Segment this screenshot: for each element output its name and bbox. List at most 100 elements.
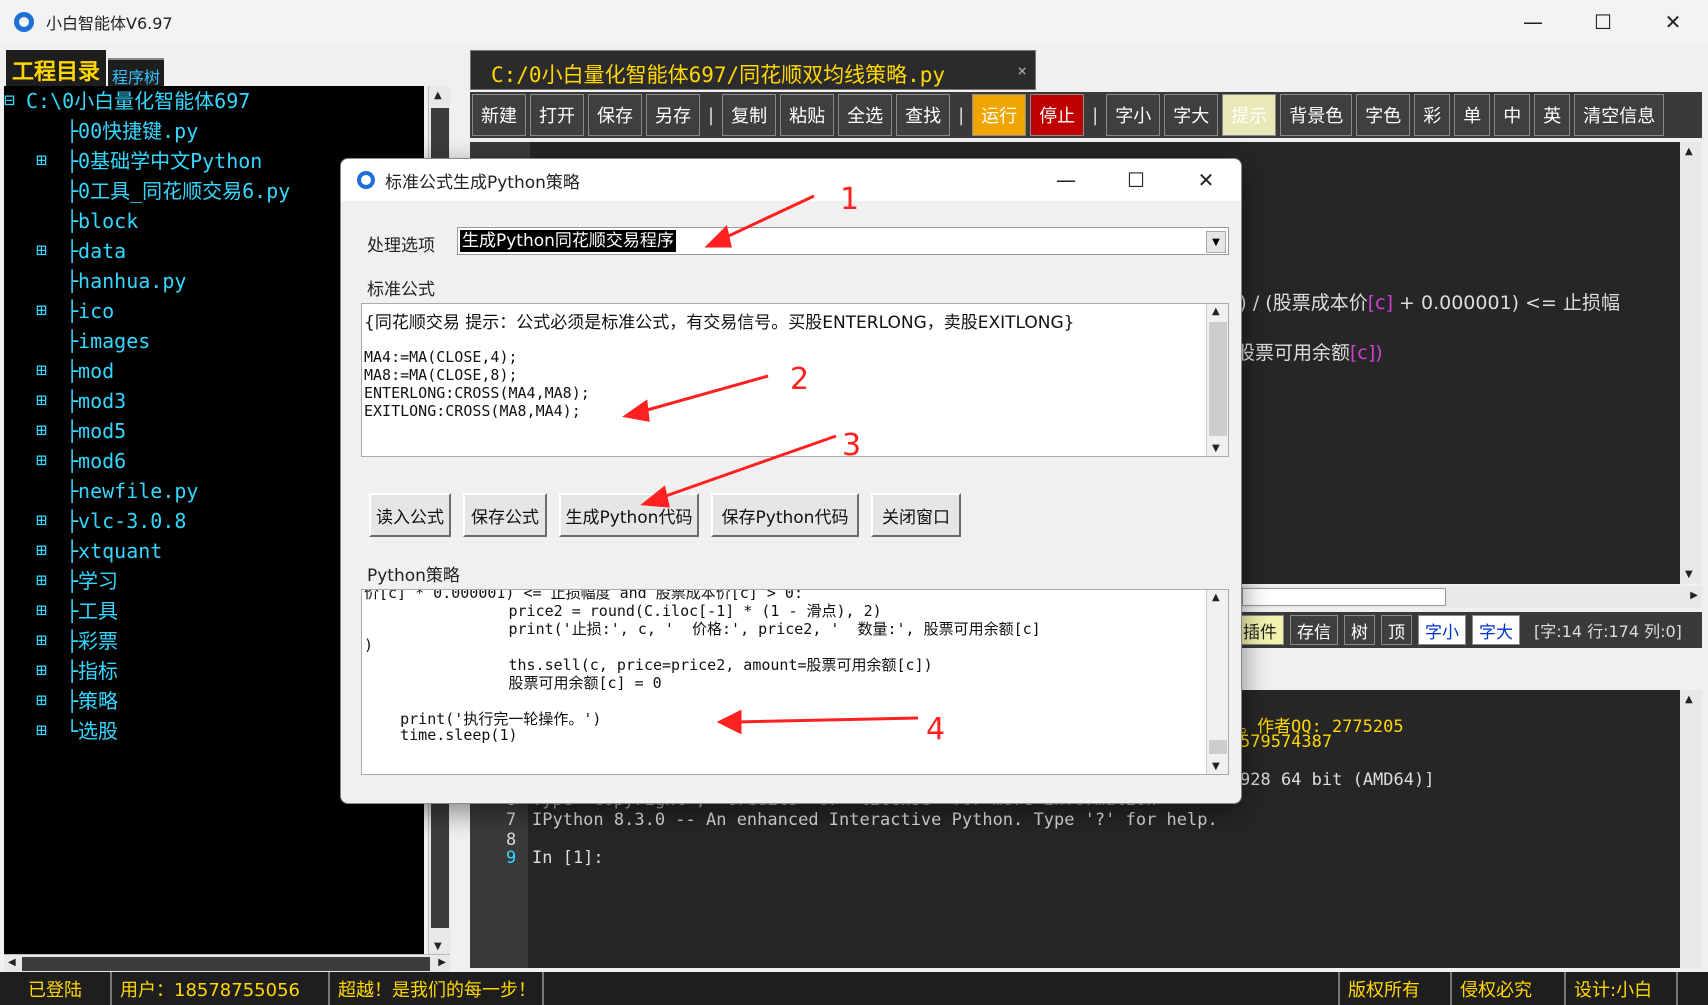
- tree-root-item[interactable]: ⊟ C:\0小白量化智能体697: [4, 86, 424, 116]
- formula-line: {同花顺交易 提示：公式必须是标准公式，有交易信号。买股ENTERLONG，卖股…: [364, 313, 1075, 333]
- load-formula-button[interactable]: 读入公式: [369, 493, 451, 537]
- option-select[interactable]: 生成Python同花顺交易程序 ▼: [457, 227, 1229, 255]
- color-button[interactable]: 彩: [1414, 94, 1451, 136]
- console-line: IPython 8.3.0 -- An enhanced Interactive…: [532, 810, 1218, 830]
- copy-button[interactable]: 复制: [722, 94, 777, 136]
- font-color-button[interactable]: 字色: [1356, 94, 1411, 136]
- console-line: 579574387: [1240, 732, 1333, 752]
- chinese-button[interactable]: 中: [1494, 94, 1531, 136]
- toolbar-separator: |: [1092, 104, 1099, 126]
- save-formula-button[interactable]: 保存公式: [463, 493, 547, 537]
- close-window-button[interactable]: 关闭窗口: [871, 493, 961, 537]
- hint-button[interactable]: 提示: [1222, 94, 1277, 136]
- paste-button[interactable]: 粘贴: [780, 94, 835, 136]
- toolbar-separator: |: [958, 104, 965, 126]
- dropdown-arrow-icon[interactable]: ▼: [1206, 231, 1226, 253]
- save-python-button[interactable]: 保存Python代码: [711, 493, 859, 537]
- tree-expand-icon[interactable]: ⊞: [36, 296, 47, 326]
- scroll-up-icon[interactable]: ▲: [434, 90, 442, 101]
- save-button[interactable]: 保存: [588, 94, 642, 136]
- tree-expand-icon[interactable]: ⊞: [36, 536, 47, 566]
- select-all-button[interactable]: 全选: [838, 94, 893, 136]
- run-button[interactable]: 运行: [972, 94, 1027, 136]
- code-horizontal-scrollbar[interactable]: ▶: [1240, 586, 1702, 608]
- app-logo-icon: [357, 171, 375, 189]
- code-vertical-scrollbar[interactable]: ▲ ▼: [1680, 142, 1702, 584]
- open-button[interactable]: 打开: [530, 94, 584, 136]
- font-small-button[interactable]: 字小: [1418, 615, 1466, 645]
- scroll-down-icon[interactable]: ▼: [434, 941, 442, 952]
- scroll-down-icon[interactable]: ▼: [1212, 443, 1220, 454]
- dialog-maximize-button[interactable]: ☐: [1101, 159, 1171, 201]
- tree-expand-icon[interactable]: ⊞: [36, 506, 47, 536]
- minimize-button[interactable]: —: [1498, 0, 1568, 44]
- generate-python-button[interactable]: 生成Python代码: [559, 493, 699, 537]
- save-as-button[interactable]: 另存: [646, 94, 700, 136]
- scroll-up-icon[interactable]: ▲: [1685, 146, 1693, 157]
- tree-expand-icon[interactable]: ⊞: [36, 596, 47, 626]
- tree-expand-icon[interactable]: ⊞: [36, 146, 47, 176]
- clear-info-button[interactable]: 清空信息: [1574, 94, 1665, 136]
- tree-expand-icon[interactable]: ⊞: [36, 416, 47, 446]
- editor-file-tab[interactable]: C:/0小白量化智能体697/同花顺双均线策略.py ×: [470, 50, 1036, 90]
- scroll-thumb[interactable]: [1242, 588, 1446, 606]
- maximize-button[interactable]: ☐: [1568, 0, 1638, 44]
- font-large-button[interactable]: 字大: [1472, 615, 1520, 645]
- new-button[interactable]: 新建: [472, 94, 526, 136]
- dialog-minimize-button[interactable]: —: [1031, 159, 1101, 201]
- english-button[interactable]: 英: [1534, 94, 1571, 136]
- scroll-up-icon[interactable]: ▲: [1212, 592, 1220, 603]
- dialog-close-button[interactable]: ✕: [1171, 159, 1241, 201]
- formula-scrollbar[interactable]: ▲ ▼: [1206, 304, 1228, 456]
- code-line: 股票可用余额[c]): [1236, 342, 1383, 364]
- console-prompt[interactable]: In [1]:: [532, 848, 604, 868]
- status-slogan: 超越！是我们的每一步！: [330, 972, 544, 1005]
- status-spacer: [544, 972, 1338, 1005]
- tree-expand-icon[interactable]: ⊞: [36, 716, 47, 746]
- tree-expand-icon[interactable]: ⊞: [36, 686, 47, 716]
- tree-expand-icon[interactable]: ⊟: [4, 86, 15, 116]
- scroll-down-icon[interactable]: ▼: [1212, 761, 1220, 772]
- tree-expand-icon[interactable]: ⊞: [36, 626, 47, 656]
- background-color-button[interactable]: 背景色: [1280, 94, 1353, 136]
- tree-button[interactable]: 树: [1344, 615, 1375, 645]
- tab-project-directory[interactable]: 工程目录: [6, 50, 107, 86]
- font-smaller-button[interactable]: 字小: [1106, 94, 1161, 136]
- tree-expand-icon[interactable]: ⊞: [36, 386, 47, 416]
- console-vertical-scrollbar[interactable]: ▲: [1680, 690, 1702, 968]
- scroll-thumb[interactable]: [1209, 322, 1227, 436]
- tree-expand-icon[interactable]: ⊞: [36, 656, 47, 686]
- python-textarea[interactable]: ▲ ▼ 价[c] * 0.000001) <= 止损幅度 and 股票成本价[c…: [361, 589, 1229, 775]
- tree-horizontal-scrollbar[interactable]: ◀ ▶: [4, 954, 450, 972]
- tree-item[interactable]: ├00快捷键.py: [4, 116, 424, 146]
- tab-program-tree[interactable]: 程序树: [108, 58, 165, 87]
- tree-expand-icon[interactable]: ⊞: [36, 446, 47, 476]
- font-larger-button[interactable]: 字大: [1164, 94, 1219, 136]
- close-tab-icon[interactable]: ×: [1017, 61, 1027, 80]
- stop-button[interactable]: 停止: [1030, 94, 1085, 136]
- tree-expand-icon[interactable]: ⊞: [36, 356, 47, 386]
- tree-expand-icon[interactable]: ⊞: [36, 566, 47, 596]
- top-button[interactable]: 顶: [1381, 615, 1412, 645]
- tree-expand-icon[interactable]: ⊞: [36, 236, 47, 266]
- tree-item-label: ├xtquant: [66, 539, 163, 563]
- python-scrollbar[interactable]: ▲ ▼: [1206, 590, 1228, 774]
- toolbar-separator: |: [708, 104, 715, 126]
- cursor-status: [字:14 行:174 列:0]: [1534, 622, 1682, 641]
- single-button[interactable]: 单: [1454, 94, 1491, 136]
- find-button[interactable]: 查找: [896, 94, 951, 136]
- scroll-left-icon[interactable]: ◀: [8, 957, 16, 968]
- scroll-right-icon[interactable]: ▶: [1690, 590, 1698, 601]
- python-label: Python策略: [367, 566, 460, 586]
- scroll-right-icon[interactable]: ▶: [438, 957, 446, 968]
- scroll-up-icon[interactable]: ▲: [1212, 306, 1220, 317]
- scroll-thumb[interactable]: [22, 957, 430, 971]
- title-bar: 小白智能体V6.97 — ☐ ✕: [0, 0, 1708, 44]
- scroll-up-icon[interactable]: ▲: [1685, 694, 1693, 705]
- close-button[interactable]: ✕: [1638, 0, 1708, 44]
- scroll-thumb[interactable]: [1209, 740, 1227, 754]
- tree-item-label: ├策略: [66, 689, 119, 713]
- scroll-down-icon[interactable]: ▼: [1685, 569, 1693, 580]
- store-info-button[interactable]: 存信: [1290, 615, 1338, 645]
- plugin-button[interactable]: 插件: [1236, 615, 1284, 645]
